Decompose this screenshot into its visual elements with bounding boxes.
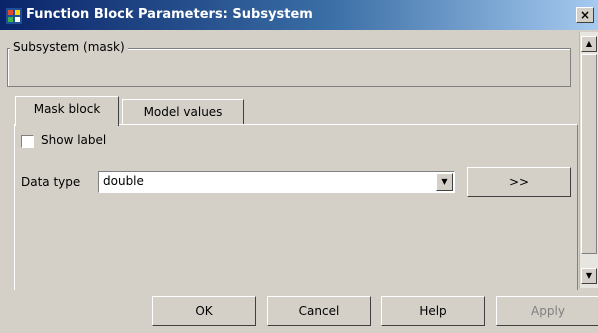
cancel-button[interactable]: Cancel [267,296,371,326]
mask-block-panel [14,124,578,290]
help-button[interactable]: Help [381,296,485,326]
apply-button[interactable]: Apply [496,296,598,326]
tab-model-values[interactable]: Model values [122,99,244,125]
simulink-app-icon [5,7,23,25]
vertical-scrollbar[interactable]: ▲ ▼ [579,32,598,288]
scroll-down-button[interactable]: ▼ [581,268,597,284]
scroll-up-button[interactable]: ▲ [581,36,597,52]
tab-mask-block[interactable]: Mask block [15,96,119,126]
title-bar: Function Block Parameters: Subsystem × [0,0,598,30]
scrollbar-thumb[interactable] [581,54,597,254]
groupbox-title: Subsystem (mask) [10,40,128,54]
window-title: Function Block Parameters: Subsystem [26,7,313,22]
ok-button[interactable]: OK [152,296,256,326]
close-button[interactable]: × [576,7,594,23]
